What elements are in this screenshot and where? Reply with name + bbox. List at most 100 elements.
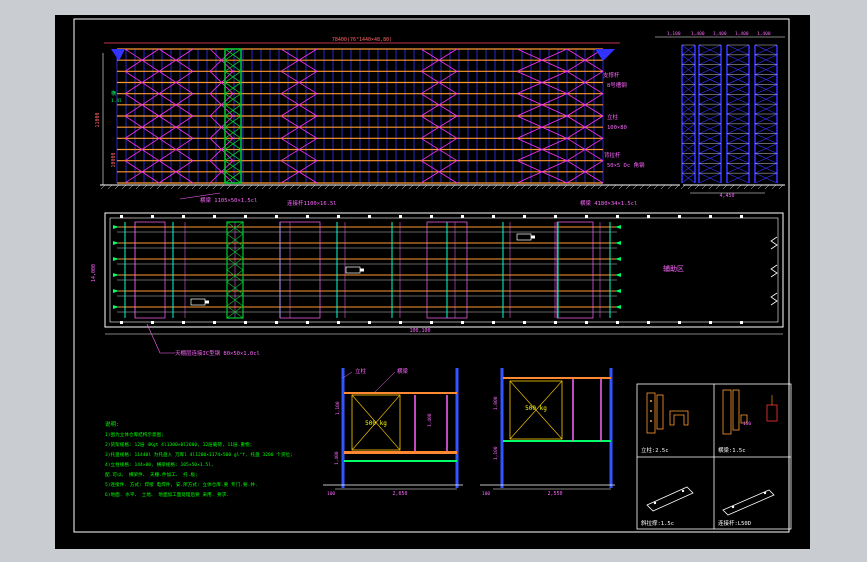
side-label-beam: 横梁 4180×34×1.5cl xyxy=(580,199,637,207)
detail-b-beam-top xyxy=(503,377,611,379)
plan-fork xyxy=(516,233,532,241)
ground-hatch xyxy=(135,184,141,190)
plan-arrow xyxy=(113,273,119,277)
plan-column-mark xyxy=(616,215,619,218)
plan-column-mark xyxy=(678,215,681,218)
plan-column-mark xyxy=(678,321,681,324)
top-dimension-text: 78400(76°1440×48,80) xyxy=(332,37,392,43)
notes-line-3: 3)托盘规格: 11440l 为托盘入 万库l 4l1200×1174×500 … xyxy=(105,451,293,458)
side-ground-hatch xyxy=(687,184,693,190)
ground-hatch xyxy=(191,184,197,190)
ground-hatch xyxy=(513,184,519,190)
ground-hatch xyxy=(184,184,190,190)
ground-hatch xyxy=(226,184,232,190)
side-ground-hatch xyxy=(757,184,763,190)
label-tie: 连接杆1100×16.5l xyxy=(287,199,337,207)
ground-hatch xyxy=(170,184,176,190)
detail-a-load: 500 kg xyxy=(365,420,387,427)
ground-hatch xyxy=(177,184,183,190)
ground-hatch xyxy=(331,184,337,190)
plan-fork xyxy=(345,266,361,274)
side-dim-1: 1,100 xyxy=(667,31,681,37)
ground-hatch xyxy=(506,184,512,190)
plan-column-mark xyxy=(244,321,247,324)
ground-hatch xyxy=(569,184,575,190)
plan-column-mark xyxy=(120,321,123,324)
ground-hatch xyxy=(366,184,372,190)
plan-arrow xyxy=(113,289,119,293)
elev-end-cap xyxy=(111,49,125,61)
ground-hatch xyxy=(478,184,484,190)
ground-hatch xyxy=(660,184,666,190)
part-brace-label: 斜拉撑:1.5c xyxy=(641,519,674,527)
ground-hatch xyxy=(247,184,253,190)
ground-hatch xyxy=(352,184,358,190)
ground-hatch xyxy=(492,184,498,190)
auxiliary-area-label: 辅助区 xyxy=(663,264,684,273)
side-ground-hatch xyxy=(694,184,700,190)
plan-arrow xyxy=(615,241,621,245)
ground-hatch xyxy=(534,184,540,190)
plan-column-mark xyxy=(492,215,495,218)
plan-arrow xyxy=(113,257,119,261)
side-ground-hatch xyxy=(729,184,735,190)
ground-hatch xyxy=(310,184,316,190)
ground-hatch xyxy=(548,184,554,190)
plan-arrow xyxy=(615,305,621,309)
ground-hatch xyxy=(457,184,463,190)
plan-door-mark xyxy=(770,292,778,306)
plan-arrow xyxy=(113,225,119,229)
detail-b-dim-2: 1,100 xyxy=(493,446,499,460)
detail-a-leader-2 xyxy=(374,371,396,393)
ground-hatch xyxy=(114,184,120,190)
ground-hatch xyxy=(380,184,386,190)
plan-column-mark xyxy=(399,215,402,218)
plan-column-mark xyxy=(461,215,464,218)
side-ground-hatch xyxy=(701,184,707,190)
ground-hatch xyxy=(415,184,421,190)
ground-hatch xyxy=(240,184,246,190)
plan-bay-box xyxy=(556,221,594,319)
drawing-sheet: 78400(76°1440×48,80) 11000 10000 横 1.4l … xyxy=(55,15,810,549)
plan-column-mark xyxy=(213,321,216,324)
left-label: 横 xyxy=(111,90,116,97)
detail-a-width-dim: 2,650 xyxy=(392,491,407,497)
plan-column-mark xyxy=(368,215,371,218)
ground-hatch xyxy=(625,184,631,190)
plan-arrow xyxy=(615,225,621,229)
left-label-sub: 1.4l xyxy=(111,98,122,104)
plan-bay-box xyxy=(134,221,166,319)
ground-hatch xyxy=(198,184,204,190)
plan-fork-tip xyxy=(531,235,535,239)
label-brace-sub: 8号槽钢 xyxy=(607,81,627,89)
ground-hatch xyxy=(345,184,351,190)
part-tie-label: 连接杆:L50D xyxy=(718,519,751,527)
plan-column-mark xyxy=(275,215,278,218)
ground-hatch xyxy=(562,184,568,190)
plan-column-mark xyxy=(337,321,340,324)
ground-hatch xyxy=(429,184,435,190)
rack-plan-view: 辅助区 100,100 14,000 天棚层连接IC型钢 80×50×1.0cl xyxy=(91,212,784,357)
detail-a-dim-3: 1,400 xyxy=(334,451,340,465)
cad-drawing: 78400(76°1440×48,80) 11000 10000 横 1.4l … xyxy=(73,18,792,533)
ground-hatch xyxy=(163,184,169,190)
label-upright: 立柱 xyxy=(607,113,619,121)
detail-a-dim-1: 1,100 xyxy=(335,401,341,415)
side-ground-hatch xyxy=(778,184,784,190)
elev-end-cap xyxy=(595,49,615,61)
plan-column-mark xyxy=(182,215,185,218)
ground-hatch xyxy=(100,184,106,190)
detail-a-beam-2 xyxy=(344,460,457,462)
ground-hatch xyxy=(338,184,344,190)
notes-line-2: 2)货架规格: 12层 4Kgt 4l1300×0l2600, 12层载荷, 1… xyxy=(105,441,252,448)
height-dim-inner: 10000 xyxy=(111,152,117,167)
rack-elevation: 78400(76°1440×48,80) 11000 10000 横 1.4l … xyxy=(95,37,680,207)
plan-door-mark xyxy=(770,264,778,278)
side-dim-2: 1,400 xyxy=(691,31,705,37)
plan-column-mark xyxy=(554,321,557,324)
part-beam-label: 横梁:1.5c xyxy=(718,446,746,454)
notes-title: 说明: xyxy=(105,420,119,428)
ground-hatch xyxy=(156,184,162,190)
plan-arrow xyxy=(113,241,119,245)
notes-line-1: 1)图为立体仓库结构示意图; xyxy=(105,431,164,438)
